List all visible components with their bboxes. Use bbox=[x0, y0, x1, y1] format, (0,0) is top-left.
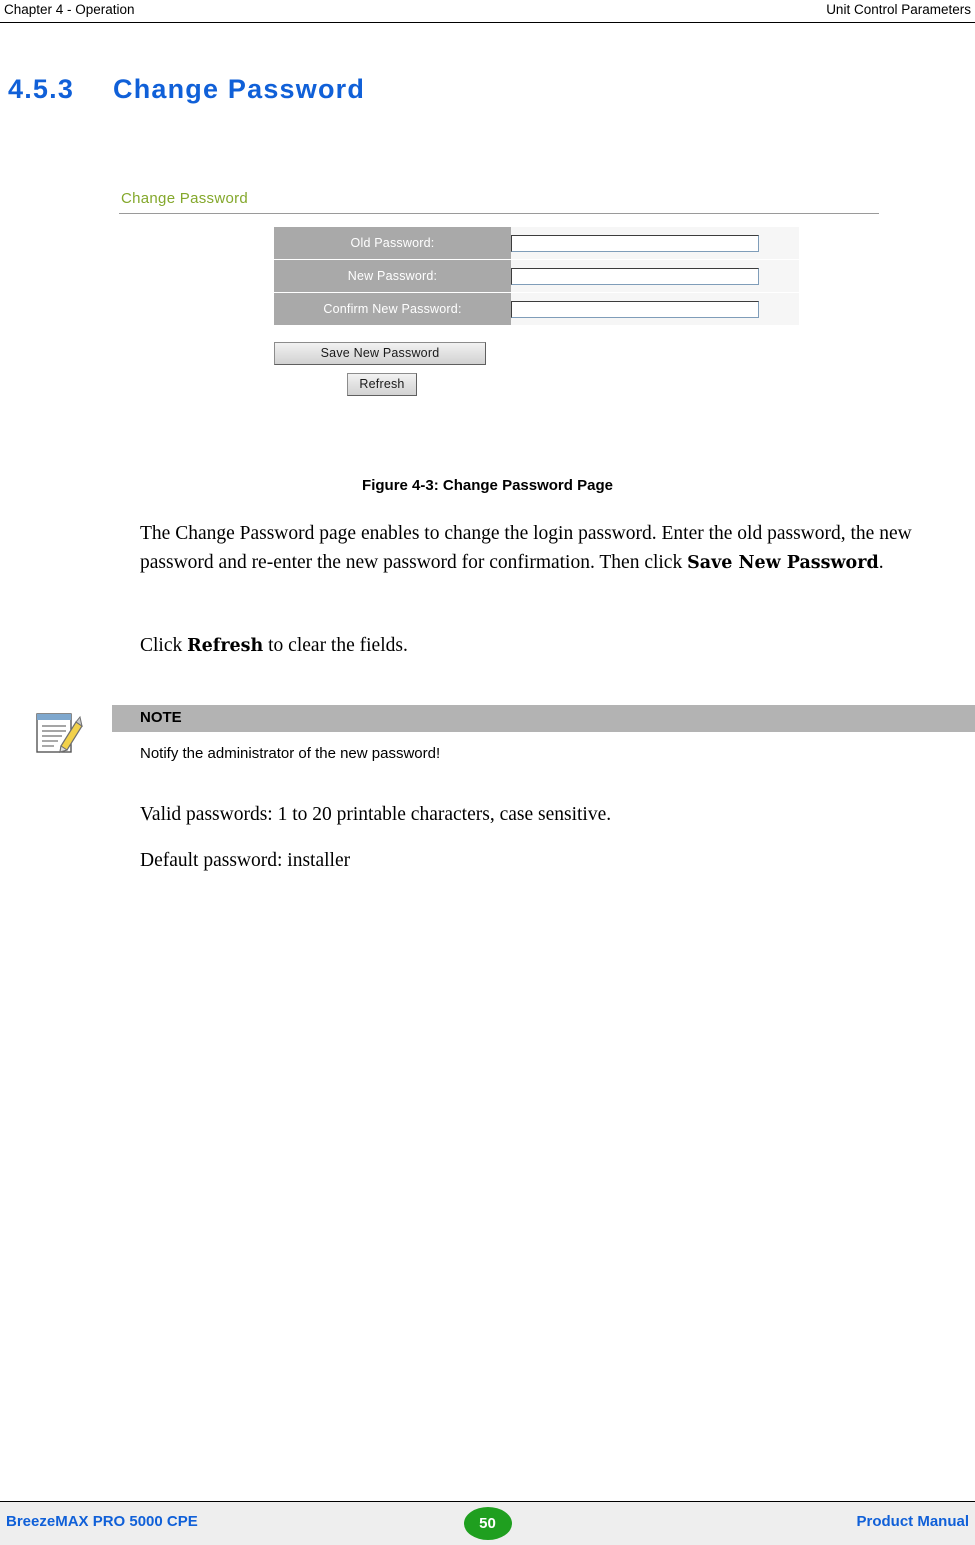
footer-product-name: BreezeMAX PRO 5000 CPE bbox=[6, 1513, 198, 1530]
form-row-old-password: Old Password: bbox=[274, 227, 799, 260]
ui-divider bbox=[119, 213, 879, 214]
footer-manual-label: Product Manual bbox=[856, 1513, 969, 1530]
save-new-password-emphasis: Save New Password bbox=[687, 553, 879, 573]
note-title-bar: NOTE bbox=[112, 705, 975, 732]
new-password-label: New Password: bbox=[274, 259, 511, 293]
note-icon bbox=[36, 712, 84, 758]
form-row-confirm-password: Confirm New Password: bbox=[274, 292, 799, 326]
note-text: Notify the administrator of the new pass… bbox=[140, 745, 441, 762]
save-new-password-button[interactable]: Save New Password bbox=[274, 342, 486, 365]
confirm-new-password-input[interactable] bbox=[511, 301, 759, 319]
paragraph-valid-passwords: Valid passwords: 1 to 20 printable chara… bbox=[140, 804, 612, 825]
paragraph-refresh-lead: Click bbox=[140, 635, 188, 656]
figure-caption: Figure 4-3: Change Password Page bbox=[362, 477, 613, 494]
change-password-form: Old Password: New Password: Confirm New … bbox=[274, 227, 799, 326]
page-footer: BreezeMAX PRO 5000 CPE 50 Product Manual bbox=[0, 1501, 975, 1545]
section-title: Change Password bbox=[113, 74, 366, 104]
footer-page-number: 50 bbox=[463, 1507, 512, 1540]
old-password-label: Old Password: bbox=[274, 227, 511, 260]
paragraph-description: The Change Password page enables to chan… bbox=[140, 519, 960, 578]
confirm-new-password-label: Confirm New Password: bbox=[274, 292, 511, 326]
header-section-label: Unit Control Parameters bbox=[826, 2, 971, 17]
paragraph-refresh-tail: to clear the fields. bbox=[263, 635, 408, 656]
figure-change-password-ui: Change Password Old Password: New Passwo… bbox=[119, 190, 879, 396]
form-row-new-password: New Password: bbox=[274, 259, 799, 293]
page-header: Chapter 4 - Operation Unit Control Param… bbox=[0, 0, 975, 23]
old-password-input[interactable] bbox=[511, 235, 759, 253]
refresh-emphasis: Refresh bbox=[187, 636, 264, 656]
paragraph-default-password: Default password: installer bbox=[140, 850, 351, 871]
refresh-button[interactable]: Refresh bbox=[347, 373, 417, 396]
section-heading: 4.5.3 Change Password bbox=[8, 74, 365, 105]
paragraph-description-tail: . bbox=[878, 552, 884, 573]
section-number: 4.5.3 bbox=[8, 74, 75, 104]
note-title: NOTE bbox=[140, 709, 182, 726]
paragraph-refresh: Click Refresh to clear the fields. bbox=[140, 631, 960, 661]
header-chapter-label: Chapter 4 - Operation bbox=[4, 2, 135, 17]
ui-panel-title: Change Password bbox=[121, 190, 249, 207]
new-password-input[interactable] bbox=[511, 268, 759, 286]
